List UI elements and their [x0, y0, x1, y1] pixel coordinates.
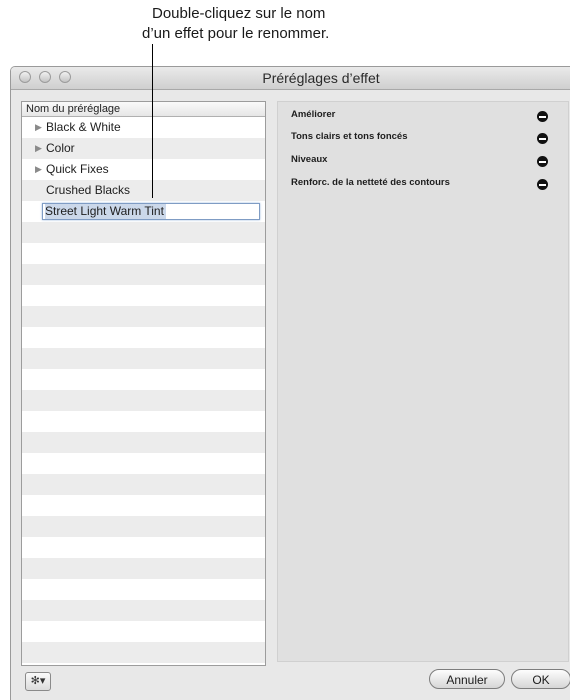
effect-label: Niveaux — [291, 154, 328, 165]
preset-item-black-white[interactable]: ▶ Black & White — [22, 117, 265, 138]
preset-label: Color — [46, 141, 75, 155]
preset-rename-field[interactable]: Street Light Warm Tint — [42, 203, 260, 220]
minus-circle-icon[interactable] — [537, 156, 548, 167]
effect-label: Améliorer — [291, 109, 336, 120]
preset-item-crushed-blacks[interactable]: Crushed Blacks — [22, 180, 265, 201]
ok-button[interactable]: OK — [511, 669, 570, 689]
preset-label: Black & White — [46, 120, 121, 134]
title-bar[interactable]: Préréglages d’effet — [11, 67, 570, 90]
effect-label: Renforc. de la netteté des contours — [291, 177, 450, 188]
minus-circle-icon[interactable] — [537, 179, 548, 190]
gear-icon: ✻▾ — [30, 675, 46, 687]
preset-name-column-header[interactable]: Nom du préréglage — [22, 102, 265, 117]
callout-line-2: d’un effet pour le renommer. — [142, 25, 330, 42]
callout-leader-line — [152, 44, 153, 198]
preset-list[interactable]: Nom du préréglage ▶ Black & White ▶ Colo… — [21, 101, 266, 666]
minus-circle-icon[interactable] — [537, 133, 548, 144]
preset-item-quick-fixes[interactable]: ▶ Quick Fixes — [22, 159, 265, 180]
preset-item-color[interactable]: ▶ Color — [22, 138, 265, 159]
cancel-button[interactable]: Annuler — [429, 669, 505, 689]
callout: Double-cliquez sur le nom d’un effet pou… — [140, 4, 420, 44]
minus-circle-icon[interactable] — [537, 111, 548, 122]
disclosure-triangle-icon[interactable]: ▶ — [35, 117, 42, 138]
preset-rows: ▶ Black & White ▶ Color ▶ Quick Fixes Cr… — [22, 117, 265, 665]
preset-item-editing[interactable]: Street Light Warm Tint — [22, 201, 265, 222]
disclosure-triangle-icon[interactable]: ▶ — [35, 159, 42, 180]
effect-label: Tons clairs et tons foncés — [291, 131, 408, 142]
effect-presets-window: Préréglages d’effet Nom du préréglage ▶ … — [10, 66, 570, 700]
preset-label: Quick Fixes — [46, 162, 109, 176]
gear-menu-button[interactable]: ✻▾ — [25, 672, 51, 691]
callout-line-1: Double-cliquez sur le nom — [152, 5, 326, 22]
preset-label: Crushed Blacks — [46, 183, 131, 197]
disclosure-triangle-icon[interactable]: ▶ — [35, 138, 42, 159]
window-title: Préréglages d’effet — [262, 70, 380, 86]
preset-rename-text[interactable]: Street Light Warm Tint — [45, 204, 166, 219]
effects-panel: Améliorer Tons clairs et tons foncés Niv… — [277, 101, 569, 662]
